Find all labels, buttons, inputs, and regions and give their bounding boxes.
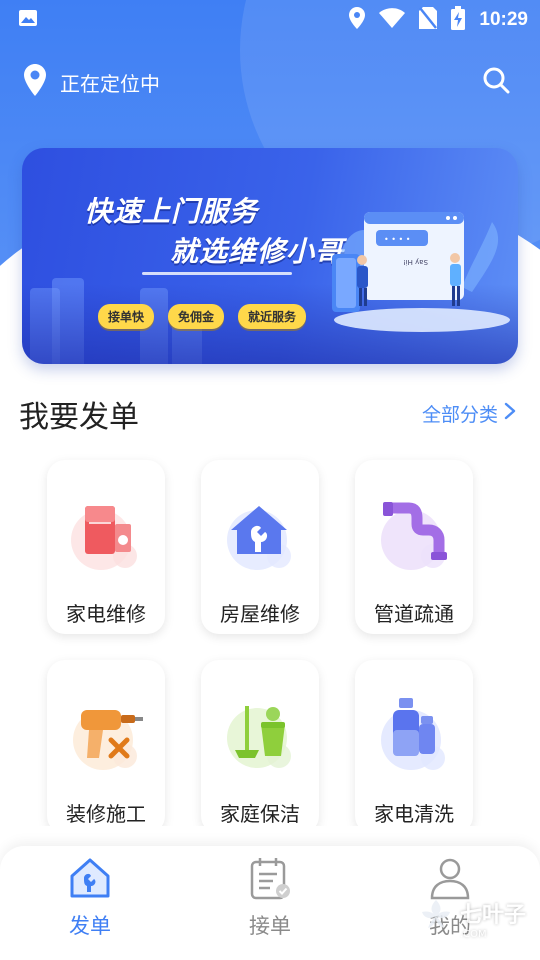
search-button[interactable] [482,66,510,98]
banner-tags: 接单快 免佣金 就近服务 [98,304,307,329]
renovation-drill-icon [67,696,147,776]
no-sim-icon [419,7,438,33]
service-card-pipe-clearing[interactable]: 管道疏通 [355,460,473,634]
service-label: 房屋维修 [220,602,300,626]
chevron-right-icon [504,402,516,425]
pipe-clearing-icon [375,496,455,576]
banner-title-line2: 就选维修小哥 [170,235,345,268]
house-repair-icon [221,496,301,576]
section-title: 我要发单 [19,400,139,435]
service-label: 家电清洗 [374,802,454,826]
accept-order-icon [248,858,292,904]
home-cleaning-icon [221,696,301,776]
service-card-appliance-cleaning[interactable]: 家电清洗 [355,660,473,834]
status-bar: 10:29 [0,0,540,36]
svg-text:• • • •: • • • • [384,235,411,244]
post-order-icon [68,858,112,904]
banner-tag: 接单快 [98,304,155,329]
service-label: 装修施工 [66,802,146,826]
leaf-logo-icon [416,896,456,940]
location-status-text: 正在定位中 [60,71,160,96]
service-card-renovation[interactable]: 装修施工 [47,660,165,834]
appliance-repair-icon [67,496,147,576]
nav-tab-post-order[interactable]: 发单 [30,856,150,940]
battery-charging-icon [451,6,466,34]
all-categories-link[interactable]: 全部分类 [422,400,516,427]
wifi-icon [379,8,406,32]
service-label: 管道疏通 [374,602,454,626]
service-label: 家电维修 [66,602,146,626]
service-card-home-cleaning[interactable]: 家庭保洁 [201,660,319,834]
banner-tag: 免佣金 [168,304,225,329]
nav-label-post-order: 发单 [69,914,111,938]
service-card-appliance-repair[interactable]: 家电维修 [47,460,165,634]
watermark-text: 七叶子 [459,902,526,928]
appliance-cleaning-icon [375,696,455,776]
banner-tag: 就近服务 [238,304,307,329]
nav-label-accept-order: 接单 [249,914,291,938]
all-categories-label: 全部分类 [421,404,498,426]
banner-title-line1: 快速上门服务 [84,195,259,228]
banner-underline [142,272,292,275]
location-icon [349,7,366,33]
watermark-subtext: .COM [459,928,487,940]
promo-banner[interactable]: 快速上门服务 就选维修小哥 接单快 免佣金 就近服务 • • • • Say H… [22,148,518,364]
search-icon [482,67,510,98]
image-icon [18,9,38,31]
location-pin-icon [24,64,46,100]
service-label: 家庭保洁 [220,802,300,826]
watermark: 七叶子 .COM [416,896,526,940]
nav-tab-accept-order[interactable]: 接单 [210,856,330,940]
status-time: 10:29 [479,9,528,30]
location-bar[interactable]: 正在定位中 [24,64,160,100]
banner-screen-caption: Say Hi! [403,258,428,266]
service-card-house-repair[interactable]: 房屋维修 [201,460,319,634]
banner-illustration: • • • • Say Hi! [322,192,512,342]
